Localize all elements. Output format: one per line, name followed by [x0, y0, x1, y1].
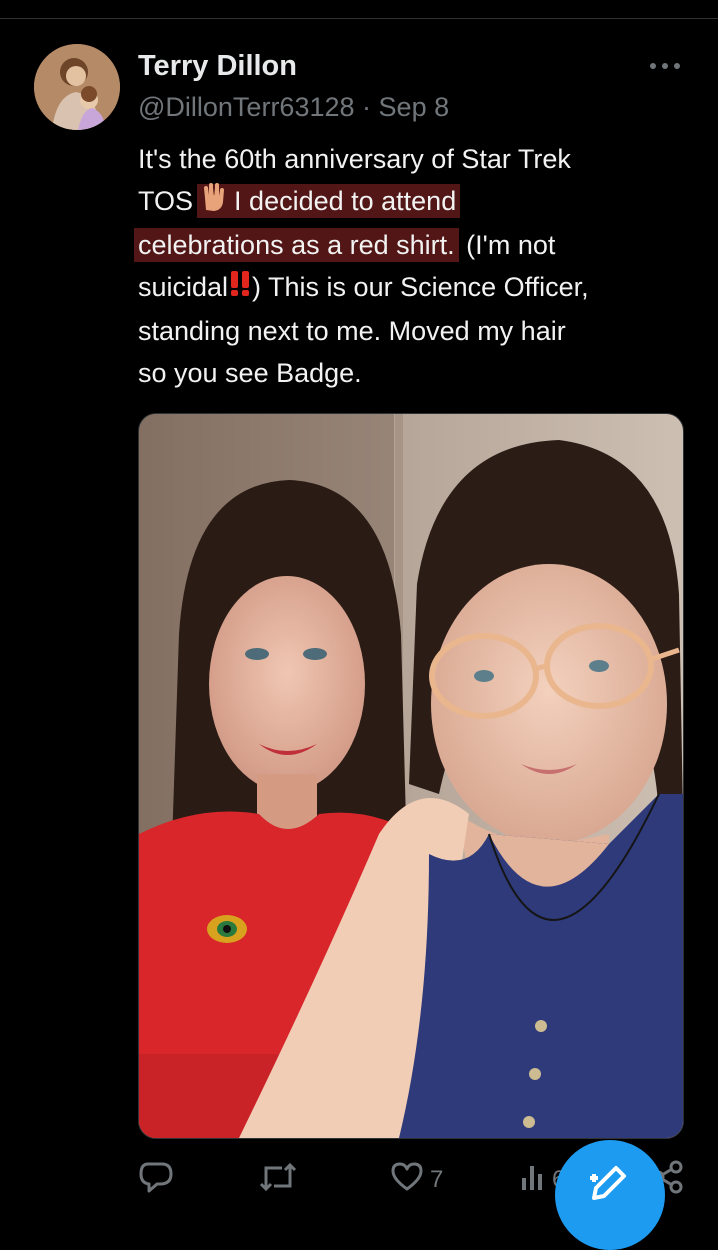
tweet-line-5: standing next to me. Moved my hair — [138, 315, 566, 346]
tweet-text-science-officer: ) This is our Science Officer, — [252, 271, 589, 302]
post-date[interactable]: Sep 8 — [379, 92, 450, 122]
tweet-text-suicidal: suicidal — [138, 271, 229, 302]
views-icon — [520, 1160, 548, 1199]
like-count: 7 — [430, 1165, 444, 1193]
double-exclamation-icon — [228, 268, 252, 310]
reply-icon — [138, 1160, 174, 1201]
tweet-line-4: suicidal ) This is our Science Officer, — [138, 266, 698, 310]
tweet-line-6: so you see Badge. — [138, 357, 362, 388]
separator: · — [362, 92, 372, 122]
avatar[interactable] — [34, 44, 120, 130]
top-divider — [0, 18, 718, 19]
handle[interactable]: @DillonTerr63128 — [138, 92, 355, 122]
tweet-line-1: It's the 60th anniversary of Star Trek — [138, 144, 571, 174]
retweet-button[interactable] — [258, 1160, 298, 1201]
more-icon[interactable] — [650, 56, 680, 76]
vulcan-salute-icon — [201, 182, 227, 224]
like-icon — [390, 1160, 424, 1199]
retweet-icon — [258, 1160, 298, 1201]
tweet-text: It's the 60th anniversary of Star Trek T… — [134, 138, 698, 394]
tweet-highlight-1: I decided to attend — [234, 186, 457, 216]
tweet-highlight-2: celebrations as a red shirt. — [134, 227, 459, 262]
tweet-text-im-not: (I'm not — [458, 229, 556, 260]
tweet-line-2: TOS I decided to attend — [138, 180, 698, 224]
display-name[interactable]: Terry Dillon — [138, 50, 297, 83]
handle-row: @DillonTerr63128 · Sep 8 — [138, 92, 449, 123]
reply-button[interactable] — [138, 1160, 174, 1201]
compose-button[interactable] — [555, 1140, 665, 1250]
tweet-photo[interactable] — [138, 413, 684, 1139]
tweet-text-tos: TOS — [138, 186, 194, 216]
compose-icon — [588, 1164, 632, 1209]
tweet-line-3: celebrations as a red shirt. (I'm not — [134, 224, 698, 266]
like-button[interactable]: 7 — [390, 1160, 443, 1199]
